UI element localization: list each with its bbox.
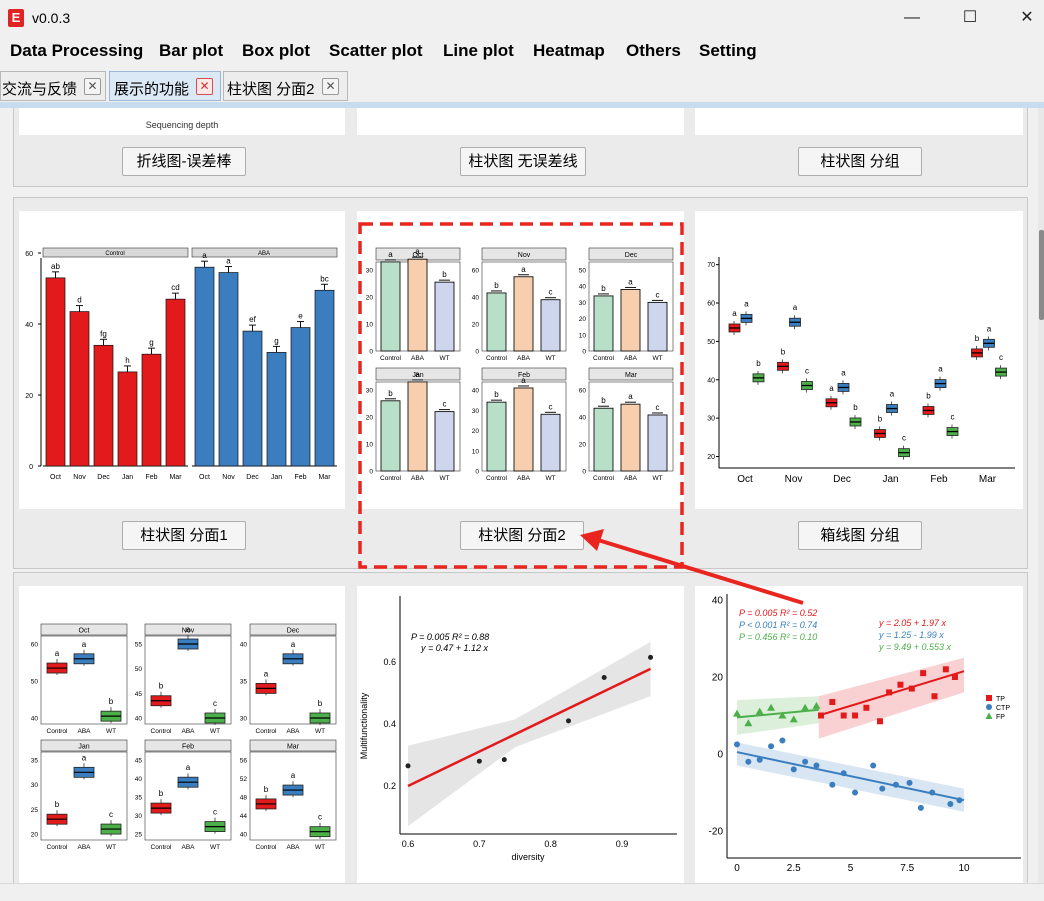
highlight-overlay — [358, 222, 804, 605]
menu-box-plot[interactable]: Box plot — [242, 41, 310, 61]
gallery-scroll-area: Sequencing depth 折线图-误差棒 柱状图 无误差线 柱状图 分组… — [0, 108, 1044, 883]
app-icon: E — [8, 9, 24, 27]
window-title: v0.0.3 — [32, 10, 71, 26]
highlight-dashed-box — [358, 222, 684, 569]
title-bar: E v0.0.3 — ☐ ✕ — [0, 0, 1044, 36]
close-button[interactable]: ✕ — [1012, 6, 1042, 30]
close-icon[interactable]: ✕ — [196, 78, 213, 95]
menu-others[interactable]: Others — [626, 41, 681, 61]
close-icon[interactable]: ✕ — [322, 78, 339, 95]
menu-scatter-plot[interactable]: Scatter plot — [329, 41, 423, 61]
status-bar — [0, 883, 1044, 901]
tab-feedback[interactable]: 交流与反馈 ✕ — [0, 71, 106, 101]
tab-bar: 交流与反馈 ✕ 展示的功能 ✕ 柱状图 分面2 ✕ — [0, 70, 1044, 102]
tab-label: 交流与反馈 — [2, 81, 78, 98]
vertical-scrollbar[interactable] — [1038, 108, 1044, 883]
menu-bar: Data Processing Bar plot Box plot Scatte… — [0, 36, 1044, 66]
menu-bar-plot[interactable]: Bar plot — [159, 41, 223, 61]
menu-heatmap[interactable]: Heatmap — [533, 41, 605, 61]
minimize-button[interactable]: — — [897, 6, 927, 30]
tab-features[interactable]: 展示的功能 ✕ — [109, 71, 221, 101]
close-icon[interactable]: ✕ — [84, 78, 101, 95]
highlight-arrow-head — [580, 529, 604, 551]
menu-line-plot[interactable]: Line plot — [443, 41, 514, 61]
scrollbar-thumb[interactable] — [1039, 230, 1044, 320]
tab-label: 柱状图 分面2 — [227, 81, 315, 98]
maximize-button[interactable]: ☐ — [955, 6, 985, 30]
tab-bar-facet2[interactable]: 柱状图 分面2 ✕ — [223, 71, 348, 101]
tab-label: 展示的功能 — [114, 81, 190, 98]
menu-setting[interactable]: Setting — [699, 41, 757, 61]
highlight-arrow-line — [597, 538, 804, 605]
menu-data-processing[interactable]: Data Processing — [10, 41, 143, 61]
